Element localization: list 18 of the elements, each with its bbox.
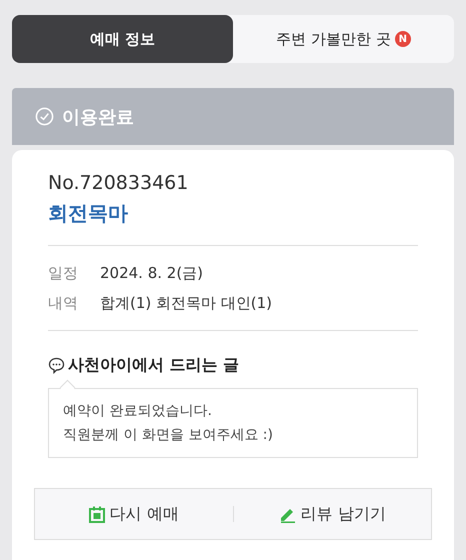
check-circle-icon bbox=[35, 107, 54, 126]
tab[interactable]: 예매 정보 bbox=[12, 15, 233, 63]
detail-value: 2024. 8. 2(금) bbox=[100, 263, 204, 284]
rebook-button[interactable]: 다시 예매 bbox=[35, 502, 232, 526]
message-text: 예약이 완료되었습니다. bbox=[63, 402, 213, 421]
message-heading: 사천아이에서 드리는 글 bbox=[68, 355, 240, 376]
new-badge: N bbox=[394, 31, 411, 47]
booking-title: 회전목마 bbox=[48, 200, 129, 227]
detail-label: 일정 bbox=[48, 263, 78, 284]
review-button[interactable]: 리뷰 남기기 bbox=[234, 502, 431, 526]
booking-number: No.720833461 bbox=[48, 172, 190, 194]
tab[interactable]: 주변 가볼만한 곳 N bbox=[233, 15, 454, 63]
speech-bubble-icon bbox=[48, 357, 65, 374]
message-text: 직원분께 이 화면을 보여주세요 :) bbox=[63, 426, 274, 445]
calendar-icon bbox=[88, 506, 105, 522]
detail-label: 내역 bbox=[48, 293, 78, 314]
detail-value: 합계(1) 회전목마 대인(1) bbox=[100, 293, 272, 314]
status-label: 이용완료 bbox=[62, 106, 134, 128]
